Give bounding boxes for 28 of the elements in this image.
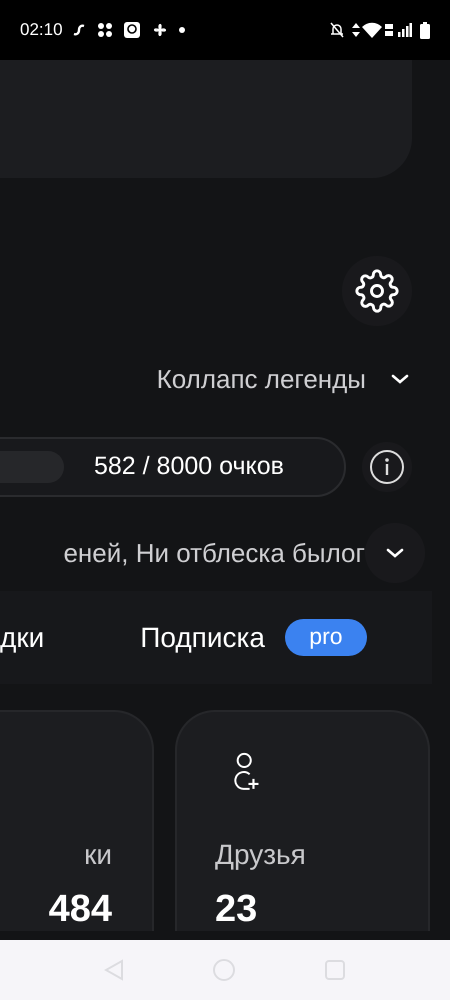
bell-off-icon — [330, 22, 344, 38]
chevron-down-icon — [385, 547, 405, 559]
wifi-icon — [362, 22, 382, 38]
recents-icon[interactable] — [324, 959, 346, 981]
data-arrows-icon — [352, 23, 360, 37]
chevron-down-icon — [390, 373, 410, 385]
settings-icon — [355, 269, 399, 313]
back-icon[interactable] — [104, 959, 124, 981]
stat-value: 23 — [215, 887, 258, 931]
tab[interactable]: дки — [0, 616, 44, 658]
quote-text: еней, Ни отблеска былог — [63, 536, 365, 570]
legend-toggle[interactable]: Коллапс легенды — [156, 362, 410, 396]
info-icon — [369, 449, 405, 485]
notification-icon — [70, 22, 87, 38]
stat-value: 484 — [48, 887, 112, 931]
tab[interactable]: Подписка — [140, 616, 265, 658]
signal-icon — [398, 23, 412, 37]
stat-card[interactable]: ки 484 — [0, 710, 154, 931]
battery-icon — [420, 22, 430, 38]
stat-card[interactable]: Друзья 23 — [175, 710, 430, 931]
stat-label: ки — [84, 838, 112, 872]
stat-label: Друзья — [215, 838, 306, 872]
grid-icon — [96, 22, 113, 38]
points-text: 582 / 8000 очков — [94, 451, 284, 482]
pro-badge: pro — [284, 619, 367, 656]
home-icon[interactable] — [212, 958, 236, 982]
clock: 02:10 — [20, 19, 63, 42]
image-icon — [122, 21, 141, 39]
